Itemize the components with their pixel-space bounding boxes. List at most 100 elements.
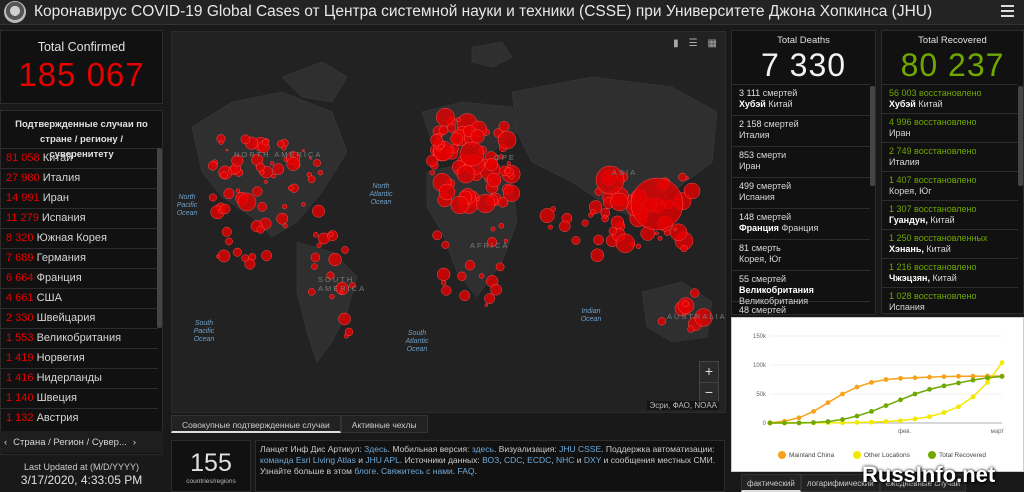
case-bubble[interactable] (497, 130, 517, 150)
case-bubble[interactable] (450, 132, 464, 146)
recovered-row[interactable]: 4 996 восстановлено Иран (882, 113, 1018, 142)
case-bubble[interactable] (301, 202, 306, 207)
qr-code-icon[interactable]: ▦ (708, 38, 717, 49)
case-bubble[interactable] (673, 227, 678, 232)
case-bubble[interactable] (657, 317, 667, 326)
case-bubble[interactable] (456, 117, 461, 122)
case-bubble[interactable] (328, 231, 334, 237)
zoom-in-button[interactable]: + (700, 362, 718, 382)
case-bubble[interactable] (308, 288, 316, 296)
case-bubble[interactable] (690, 288, 700, 298)
case-bubble[interactable] (426, 154, 438, 167)
case-bubble[interactable] (313, 232, 319, 238)
case-bubble[interactable] (456, 164, 476, 184)
case-bubble[interactable] (220, 203, 231, 215)
chevron-right-icon[interactable]: › (133, 437, 136, 448)
recovered-row[interactable]: 1 216 восстановлено Чжэцзян, Китай (882, 258, 1018, 287)
country-row[interactable]: 8 320 Южная Корея (1, 228, 158, 248)
recovered-row[interactable]: 1 028 восстановлено Испания (882, 287, 1018, 313)
case-bubble[interactable] (655, 231, 659, 236)
case-bubble[interactable] (240, 134, 251, 145)
case-bubble[interactable] (208, 193, 217, 202)
recovered-row[interactable]: 1 250 восстановленных Хэнань, Китай (882, 229, 1018, 258)
case-bubble[interactable] (341, 246, 349, 254)
case-bubble[interactable] (223, 188, 235, 200)
case-bubble[interactable] (282, 203, 288, 210)
country-row[interactable]: 4 661 США (1, 288, 158, 308)
case-bubble[interactable] (490, 283, 502, 296)
case-bubble[interactable] (484, 303, 489, 307)
info-link[interactable]: ECDC (527, 455, 551, 465)
case-bubble[interactable] (630, 177, 684, 231)
hamburger-menu-icon[interactable] (1001, 5, 1014, 18)
case-bubble[interactable] (571, 236, 581, 245)
country-row[interactable]: 2 330 Швейцария (1, 308, 158, 328)
case-bubble[interactable] (608, 226, 617, 236)
info-link[interactable]: DXY (584, 455, 601, 465)
case-bubble[interactable] (610, 215, 625, 229)
case-bubble[interactable] (312, 204, 325, 218)
case-bubble[interactable] (288, 185, 294, 191)
case-bubble[interactable] (282, 223, 288, 229)
case-bubble[interactable] (450, 195, 469, 215)
case-bubble[interactable] (441, 280, 447, 286)
case-bubble[interactable] (484, 293, 495, 304)
case-bubble[interactable] (470, 129, 485, 144)
case-bubble[interactable] (437, 267, 451, 281)
case-bubble[interactable] (547, 224, 553, 230)
country-row[interactable]: 81 058 Китай (1, 148, 158, 168)
info-link[interactable]: блоге (354, 466, 376, 476)
death-row[interactable]: 148 смертей Франция Франция (732, 208, 870, 239)
case-bubble[interactable] (261, 250, 273, 262)
chevron-left-icon[interactable]: ‹ (4, 437, 7, 448)
case-bubble[interactable] (478, 273, 485, 279)
case-bubble[interactable] (593, 234, 604, 246)
case-bubble[interactable] (475, 197, 480, 202)
case-bubble[interactable] (316, 242, 322, 248)
info-link[interactable]: JHU APL (365, 455, 400, 465)
case-bubble[interactable] (317, 170, 324, 176)
case-bubble[interactable] (208, 161, 218, 171)
case-bubble[interactable] (221, 226, 232, 237)
country-row[interactable]: 14 991 Иран (1, 188, 158, 208)
info-link[interactable]: здесь (472, 444, 494, 454)
info-link[interactable]: JHU CSSE (559, 444, 601, 454)
recovered-list-scrollbar[interactable] (1018, 86, 1023, 186)
country-row[interactable]: 1 416 Нидерланды (1, 368, 158, 388)
case-bubble[interactable] (220, 171, 228, 179)
map-canvas[interactable] (172, 32, 726, 413)
death-row[interactable]: 853 смерти Иран (732, 146, 870, 177)
case-bubble[interactable] (476, 193, 496, 214)
case-bubble[interactable] (590, 248, 605, 263)
case-bubble[interactable] (539, 208, 555, 224)
case-bubble[interactable] (264, 179, 268, 184)
case-bubble[interactable] (441, 285, 452, 296)
case-bubble[interactable] (438, 183, 456, 201)
case-bubble[interactable] (687, 325, 695, 333)
country-row[interactable]: 7 689 Германия (1, 248, 158, 268)
case-bubble[interactable] (272, 163, 285, 175)
case-bubble[interactable] (490, 226, 496, 232)
case-bubble[interactable] (344, 327, 354, 337)
info-link[interactable]: ВОЗ (482, 455, 499, 465)
case-bubble[interactable] (486, 172, 502, 188)
case-bubble[interactable] (313, 159, 321, 167)
case-bubble[interactable] (678, 172, 687, 182)
case-bubble[interactable] (235, 188, 241, 193)
case-bubble[interactable] (432, 230, 443, 241)
case-bubble[interactable] (218, 140, 224, 145)
country-list-footer[interactable]: ‹ Страна / Регион / Сувер... › (0, 431, 163, 453)
case-bubble[interactable] (328, 252, 342, 267)
case-bubble[interactable] (503, 184, 521, 202)
death-row[interactable]: 55 смертей Великобритания Великобритания (732, 270, 870, 306)
case-bubble[interactable] (270, 161, 275, 166)
tab-cumulative-confirmed[interactable]: Совокупные подтвержденные случаи (171, 415, 341, 433)
case-bubble[interactable] (610, 192, 629, 212)
info-link[interactable]: NHC (556, 455, 574, 465)
case-bubble[interactable] (581, 219, 589, 227)
case-bubble[interactable] (252, 186, 263, 197)
case-bubble[interactable] (307, 175, 316, 184)
info-link[interactable]: Здесь (364, 444, 388, 454)
info-link[interactable]: Свяжитесь с нами (381, 466, 453, 476)
world-map[interactable]: NORTH AMERICA SOUTH AMERICA AFRICA ASIA … (171, 31, 726, 413)
